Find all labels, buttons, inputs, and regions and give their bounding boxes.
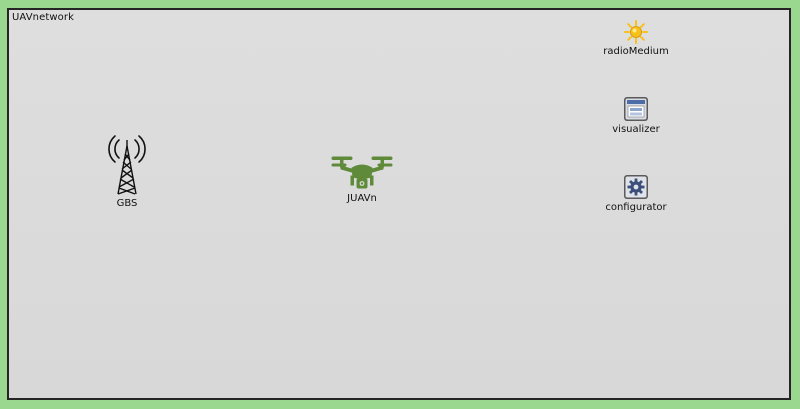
window-icon xyxy=(624,97,648,121)
network-canvas[interactable]: UAVnetwork GBS JUAVn radioMedium visuali… xyxy=(7,8,791,400)
antenna-tower-icon xyxy=(108,135,146,195)
network-title: UAVnetwork xyxy=(12,12,74,23)
gbs-label: GBS xyxy=(116,198,138,209)
module-visualizer[interactable]: visualizer xyxy=(603,96,669,135)
module-configurator[interactable]: configurator xyxy=(603,174,669,213)
module-gbs[interactable]: GBS xyxy=(99,134,155,209)
module-juav[interactable]: JUAVn xyxy=(329,155,395,204)
visualizer-label: visualizer xyxy=(612,124,660,135)
configurator-label: configurator xyxy=(605,202,667,213)
drone-icon xyxy=(331,156,393,189)
module-radio-medium[interactable]: radioMedium xyxy=(603,20,669,57)
radio-medium-label: radioMedium xyxy=(603,46,669,57)
juav-label: JUAVn xyxy=(347,193,377,204)
sun-icon xyxy=(624,20,648,44)
gear-icon xyxy=(624,175,648,199)
